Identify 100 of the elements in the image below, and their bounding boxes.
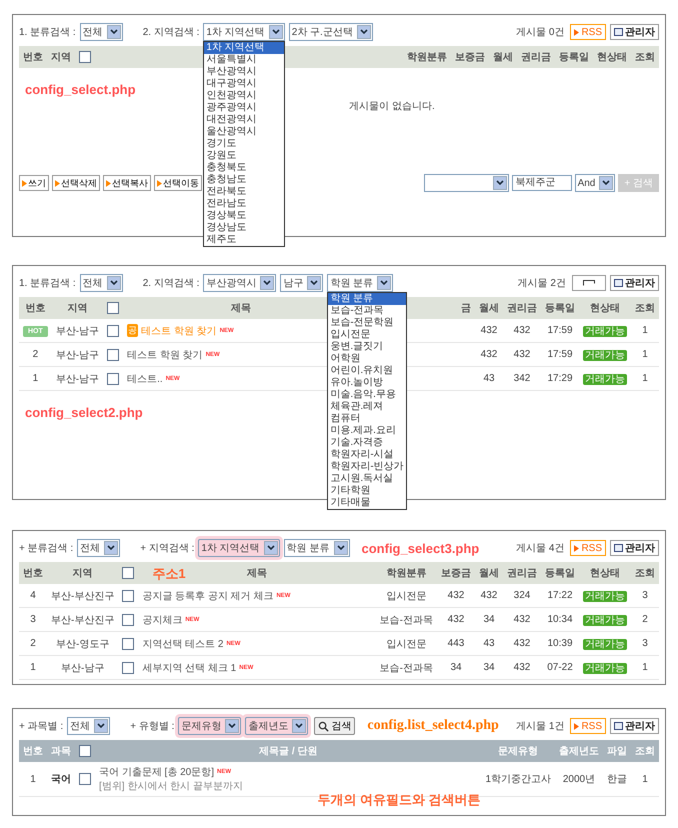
table-cell: 3 (642, 590, 648, 601)
dropdown-option[interactable]: 미용.제과.요리 (328, 425, 406, 437)
empty-message: 게시물이 없습니다. (349, 101, 435, 112)
dropdown-option[interactable]: 미술.음악.무용 (328, 389, 406, 401)
column-header: 보증금 (455, 52, 485, 63)
select-dropdown[interactable]: 전체 (80, 23, 123, 41)
dropdown-option[interactable]: 컴퓨터 (328, 413, 406, 425)
dropdown-option[interactable]: 서울특별시 (204, 54, 284, 66)
table-cell: 2 (30, 638, 36, 649)
action-button[interactable]: 선택이동 (154, 175, 202, 191)
select-dropdown[interactable]: 2차 구.군선택 (288, 23, 373, 41)
dropdown-option[interactable]: 대전광역시 (204, 114, 284, 126)
select-dropdown[interactable] (424, 174, 509, 192)
checkbox[interactable] (122, 590, 134, 602)
column-header: 제목 (231, 303, 252, 314)
dropdown-option[interactable]: 제주도 (204, 234, 284, 246)
select-dropdown[interactable]: 문제유형 (178, 717, 242, 735)
chevron-down-icon (292, 719, 306, 733)
chevron-down-icon (104, 541, 118, 555)
action-button[interactable]: 선택삭제 (52, 175, 100, 191)
table-cell: 1 (642, 373, 648, 384)
dropdown-option[interactable]: 보습-전과목 (328, 305, 406, 317)
dropdown-option[interactable]: 어린이.유치원 (328, 365, 406, 377)
post-title-link[interactable]: 공지체크 (142, 612, 182, 626)
admin-button[interactable]: 관리자 (610, 718, 659, 734)
dropdown-option[interactable]: 경상남도 (204, 222, 284, 234)
dropdown-option[interactable]: 학원자리-빈상가 (328, 461, 406, 473)
dropdown-option[interactable]: 보습-전문학원 (328, 317, 406, 329)
filter-label: + 분류검색 : (19, 542, 74, 555)
admin-button[interactable]: 관리자 (610, 275, 659, 291)
select-dropdown[interactable]: 학원 분류 (327, 274, 394, 292)
column-header: 월세 (479, 568, 499, 579)
dropdown-option[interactable]: 기타매물 (328, 497, 406, 509)
chevron-down-icon (106, 276, 121, 290)
post-title-link[interactable]: 세부지역 선택 체크 1 (142, 660, 236, 674)
dropdown-option[interactable]: 광주광역시 (204, 102, 284, 114)
checkbox[interactable] (79, 51, 91, 63)
checkbox[interactable] (122, 614, 134, 626)
select-dropdown[interactable]: 1차 지역선택 (203, 23, 285, 41)
action-button[interactable]: 쓰기 (19, 175, 49, 191)
dropdown-option[interactable]: 울산광역시 (204, 126, 284, 138)
dropdown-option[interactable]: 체육관.레져 (328, 401, 406, 413)
checkbox[interactable] (107, 372, 120, 384)
dropdown-option[interactable]: 인천광역시 (204, 90, 284, 102)
column-header: 조회 (635, 746, 655, 757)
checkbox[interactable] (107, 348, 120, 360)
checkbox[interactable] (122, 638, 134, 650)
select-dropdown[interactable]: 전체 (77, 539, 120, 557)
dropdown-option[interactable]: 기타학원 (328, 485, 406, 497)
action-button[interactable]: 선택복사 (103, 175, 151, 191)
select-dropdown[interactable]: 부산광역시 (203, 274, 276, 292)
dropdown-option[interactable]: 경기도 (204, 138, 284, 150)
dropdown-option[interactable]: 어학원 (328, 353, 406, 365)
dropdown-option[interactable]: 학원 분류 (328, 293, 406, 305)
dropdown-option[interactable]: 강원도 (204, 150, 284, 162)
post-title-link[interactable]: 공지글 등록후 공지 제거 체크 (142, 588, 274, 602)
select-dropdown[interactable]: 전체 (80, 274, 123, 292)
triangle-icon (574, 722, 580, 730)
dropdown-option[interactable]: 유아.놀이방 (328, 377, 406, 389)
dropdown-option[interactable]: 전라남도 (204, 198, 284, 210)
column-header: 번호 (23, 568, 43, 579)
status-badge: 거래가능 (583, 374, 627, 384)
dropdown-option[interactable]: 충청남도 (204, 174, 284, 186)
select-dropdown[interactable]: 1차 지역선택 (198, 539, 280, 557)
dropdown-option[interactable]: 1차 지역선택 (204, 42, 284, 54)
table-cell: 432 (480, 349, 498, 360)
post-title-link[interactable]: 국어 기출문제 [총 20문항] (99, 765, 214, 779)
checkbox[interactable] (79, 745, 91, 757)
column-header: 현상태 (590, 303, 620, 314)
dropdown-option[interactable]: 경상북도 (204, 210, 284, 222)
table-cell: 1 (30, 774, 36, 784)
checkbox[interactable] (122, 567, 134, 579)
admin-button[interactable]: 관리자 (610, 540, 659, 556)
table-cell: 입시전문 (386, 638, 426, 650)
column-header: 등록일 (559, 52, 589, 63)
post-count: 게시물 1건 (516, 720, 564, 733)
dropdown-option[interactable]: 충청북도 (204, 162, 284, 174)
checkbox[interactable] (122, 662, 134, 674)
dropdown-option[interactable]: 부산광역시 (204, 66, 284, 78)
select-dropdown[interactable]: 학원 분류 (284, 539, 350, 557)
dropdown-option[interactable]: 입시전문 (328, 329, 406, 341)
checkbox[interactable] (107, 302, 120, 314)
post-title-link[interactable]: 지역선택 테스트 2 (142, 636, 224, 650)
post-title-link[interactable]: 테스트.. (127, 372, 163, 386)
search-button[interactable]: 검색 (314, 717, 356, 735)
dropdown-option[interactable]: 학원자리-시설 (328, 449, 406, 461)
dropdown-option[interactable]: 고시원.독서실 (328, 473, 406, 485)
post-title-link[interactable]: 테스트 학원 찾기 (127, 348, 203, 362)
select-dropdown[interactable]: 남구 (280, 274, 324, 292)
column-header: 번호 (25, 303, 46, 314)
blank-button[interactable] (572, 275, 606, 291)
checkbox[interactable] (79, 773, 91, 785)
select-dropdown[interactable]: 전체 (67, 717, 110, 735)
admin-button[interactable]: 관리자 (610, 24, 659, 40)
dropdown-option[interactable]: 웅변.글짓기 (328, 341, 406, 353)
dropdown-option[interactable]: 기술.자격증 (328, 437, 406, 449)
select-dropdown[interactable]: 출제년도 (245, 717, 308, 735)
checkbox[interactable] (107, 324, 120, 336)
dropdown-option[interactable]: 대구광역시 (204, 78, 284, 90)
dropdown-option[interactable]: 전라북도 (204, 186, 284, 198)
